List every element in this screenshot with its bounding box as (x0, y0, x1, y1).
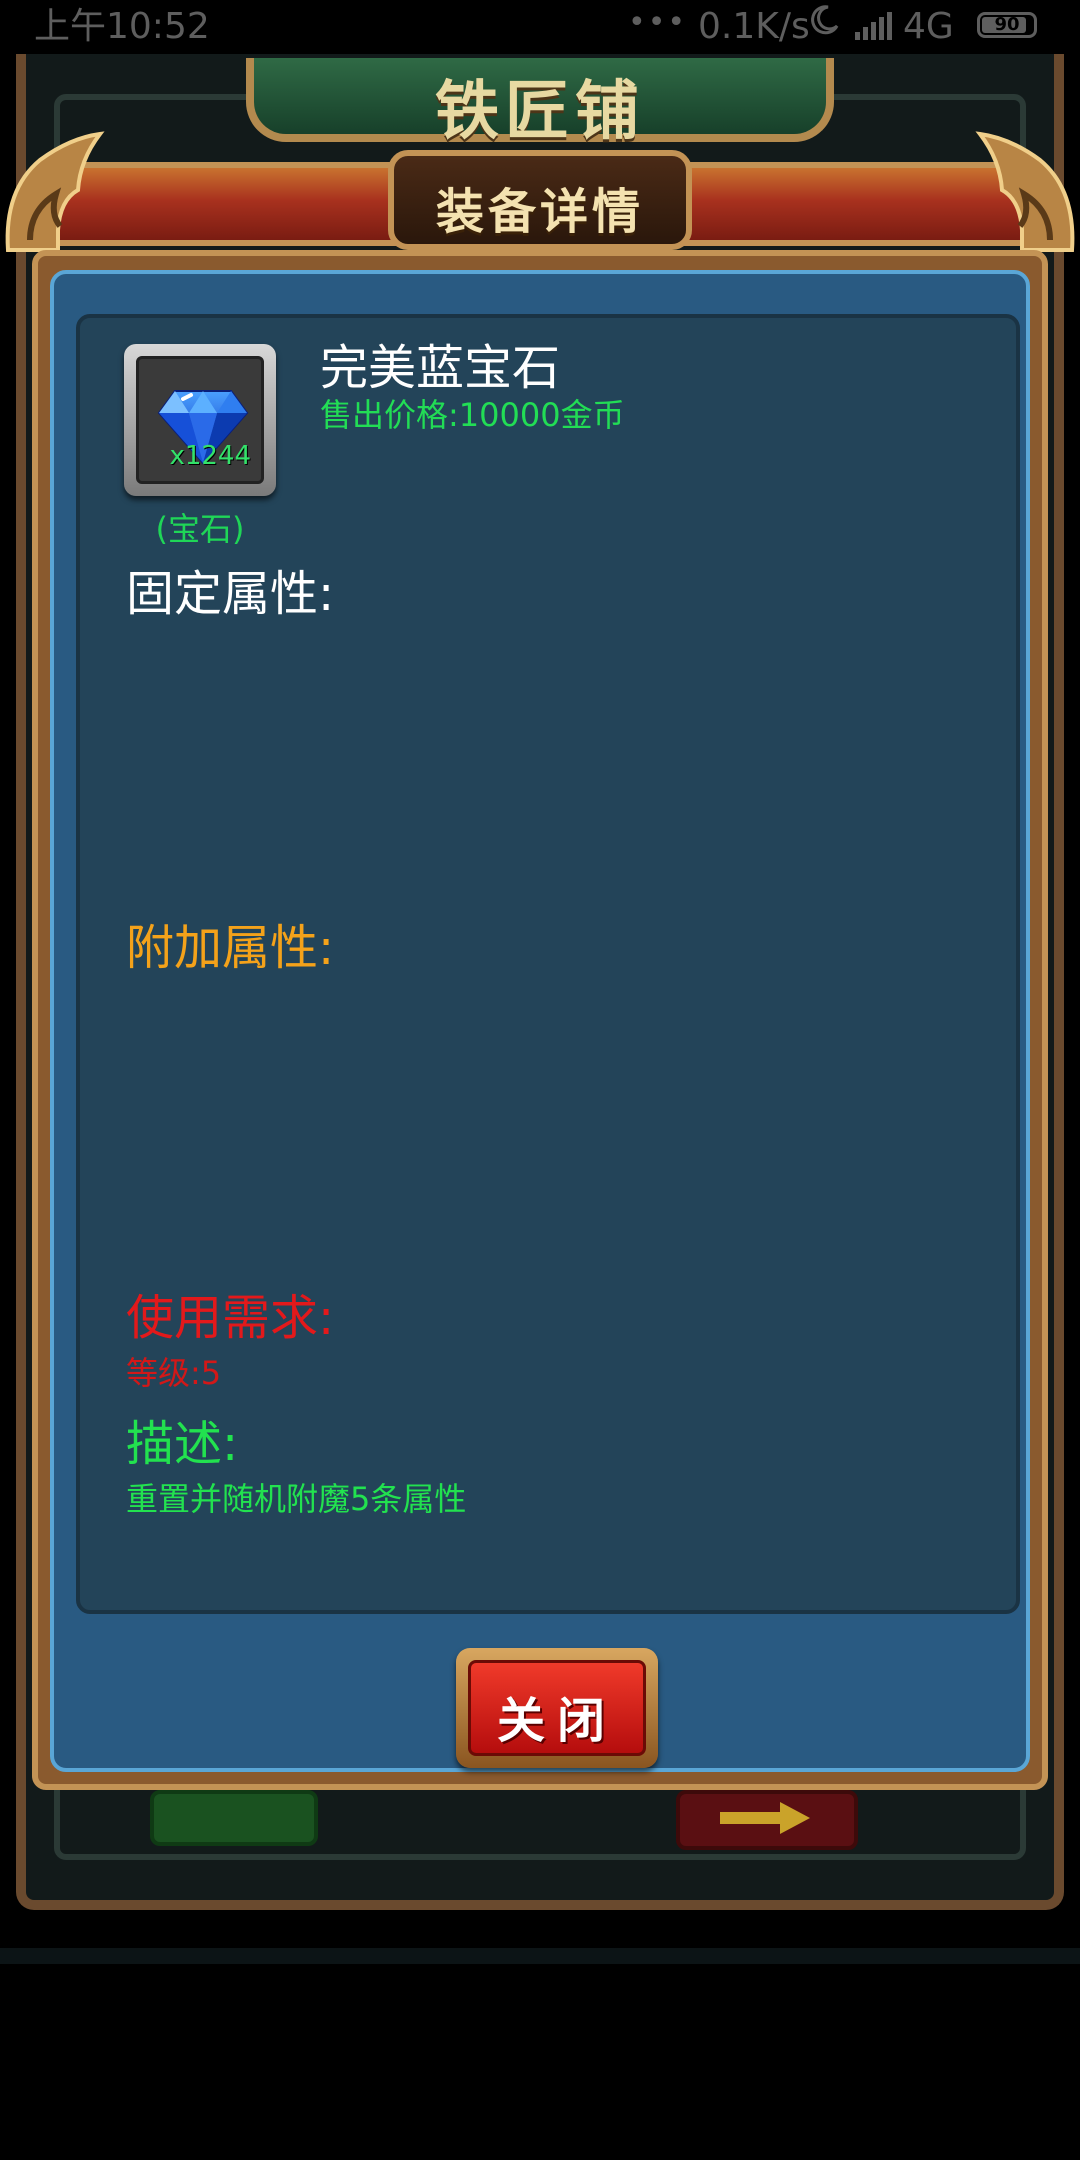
status-bar: 上午10:52 ••• 0.1K/s 4G 90 (0, 0, 1080, 54)
battery-level: 90 (994, 14, 1020, 35)
equipment-detail-dialog: x1244 (宝石) 完美蓝宝石 售出价格:10000金币 固定属性: 附加属性… (32, 250, 1048, 1790)
shop-green-button (150, 1790, 318, 1846)
arrow-right-icon (720, 1802, 810, 1834)
corner-ornament-icon (5, 131, 105, 252)
status-network-speed: 0.1K/s (698, 6, 810, 47)
item-slot-inner: x1244 (136, 356, 264, 484)
item-name: 完美蓝宝石 (320, 340, 561, 396)
signal-icon (855, 12, 892, 40)
modal-title-plate: 装备详情 (388, 150, 692, 250)
modal-title: 装备详情 (435, 184, 644, 240)
shop-red-button (676, 1790, 858, 1850)
shop-bottom-strip (0, 1948, 1080, 1964)
fixed-attributes-label: 固定属性: (126, 566, 335, 622)
status-network-type: 4G (903, 6, 954, 47)
requirements-label: 使用需求: (126, 1290, 335, 1346)
corner-ornament-icon (975, 131, 1075, 252)
sell-price: 售出价格:10000金币 (320, 396, 625, 434)
status-dots: ••• (628, 5, 688, 40)
game-screen: 上午10:52 ••• 0.1K/s 4G 90 铁匠铺 装备详情 x1244 … (0, 0, 1080, 2160)
requirement-level: 等级:5 (126, 1354, 222, 1392)
description-label: 描述: (126, 1416, 239, 1472)
item-type: (宝石) (155, 510, 245, 548)
extra-attributes-label: 附加属性: (126, 920, 335, 976)
item-count: x1244 (169, 441, 251, 471)
moon-icon (811, 5, 839, 35)
close-button[interactable]: 关闭 (456, 1648, 658, 1768)
status-time: 上午10:52 (34, 6, 210, 47)
close-button-face: 关闭 (468, 1660, 646, 1756)
item-slot: x1244 (124, 344, 276, 496)
battery-icon: 90 (977, 12, 1037, 38)
modal-header: 装备详情 (0, 130, 1080, 260)
item-detail-panel: x1244 (宝石) 完美蓝宝石 售出价格:10000金币 固定属性: 附加属性… (76, 314, 1020, 1614)
close-button-label: 关闭 (496, 1693, 617, 1749)
description-text: 重置并随机附魔5条属性 (126, 1480, 467, 1518)
modal-body: x1244 (宝石) 完美蓝宝石 售出价格:10000金币 固定属性: 附加属性… (50, 270, 1030, 1772)
